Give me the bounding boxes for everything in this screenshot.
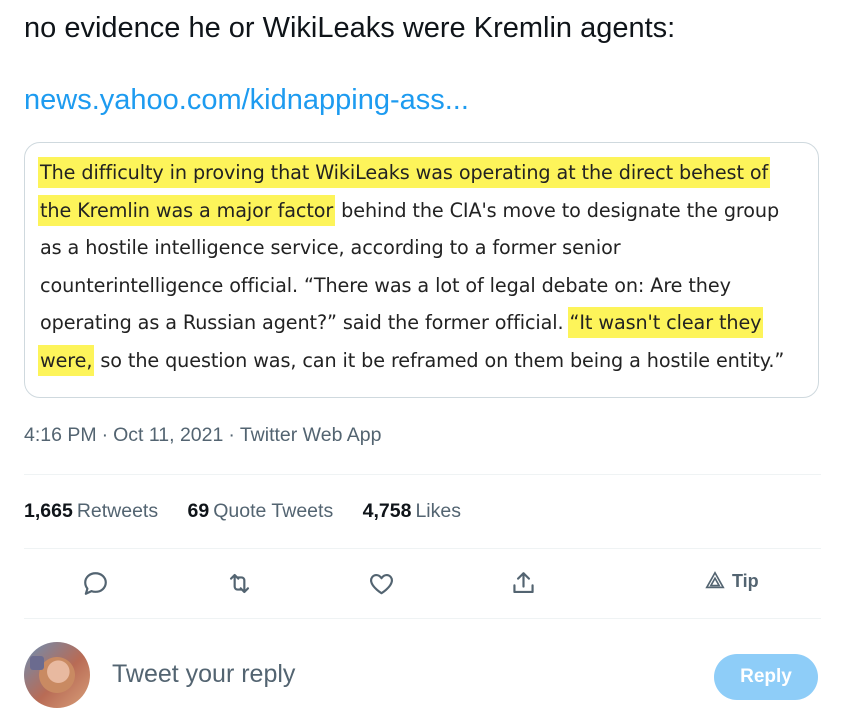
share-icon [512, 571, 534, 593]
link-preview-card[interactable]: The difficulty in proving that WikiLeaks… [24, 142, 819, 398]
quote-tweets-count: 69 [187, 500, 210, 522]
share-button[interactable] [500, 560, 546, 606]
quote-line: counterintelligence official. “There was… [40, 273, 731, 297]
highlighted-text: the Kremlin was a major factor [38, 194, 336, 226]
highlighted-text: The difficulty in proving that WikiLeaks… [38, 157, 771, 188]
likes-count: 4,758 [362, 500, 412, 522]
tip-icon [705, 571, 725, 589]
quote-tweets-label: Quote Tweets [213, 500, 334, 522]
divider [24, 618, 821, 619]
tweet-source[interactable]: Twitter Web App [240, 424, 382, 446]
retweet-button[interactable] [216, 560, 262, 606]
quote-line: the Kremlin was a major factor behind th… [38, 192, 810, 230]
quote-tweets-stat[interactable]: 69 Quote Tweets [188, 500, 334, 523]
separator: · [101, 424, 109, 446]
tip-button[interactable]: Tip [704, 570, 759, 592]
quote-text-segment: operating as a Russian agent?” said the … [40, 311, 570, 335]
avatar-badge [30, 656, 44, 670]
reply-button[interactable] [72, 560, 118, 606]
divider [24, 474, 821, 475]
quote-line: were, so the question was, can it be ref… [38, 342, 810, 380]
action-bar: Tip [24, 560, 821, 606]
tweet-time[interactable]: 4:16 PM [24, 424, 97, 446]
tip-label: Tip [732, 570, 759, 591]
avatar[interactable] [24, 642, 90, 708]
like-icon [369, 573, 393, 594]
reply-composer: Tweet your reply Reply [24, 640, 821, 708]
divider [24, 548, 821, 549]
quote-text-segment: behind the CIA's move to designate the g… [335, 198, 780, 222]
likes-label: Likes [415, 500, 461, 522]
retweets-stat[interactable]: 1,665 Retweets [24, 500, 158, 523]
likes-stat[interactable]: 4,758 Likes [363, 500, 461, 523]
reply-input[interactable]: Tweet your reply [112, 660, 295, 689]
engagement-stats: 1,665 Retweets 69 Quote Tweets 4,758 Likes [24, 500, 485, 523]
tweet-date[interactable]: Oct 11, 2021 [113, 424, 223, 446]
highlighted-text: “It wasn't clear they [567, 307, 764, 339]
quote-text: The difficulty in proving that WikiLeaks… [38, 154, 810, 380]
tweet-metadata: 4:16 PM · Oct 11, 2021 · Twitter Web App [24, 424, 386, 447]
tweet-text-line: no evidence he or WikiLeaks were Kremlin… [24, 12, 676, 44]
retweets-count: 1,665 [24, 500, 73, 522]
retweets-label: Retweets [76, 500, 159, 522]
quote-line: as a hostile intelligence service, accor… [40, 236, 621, 260]
quote-line: operating as a Russian agent?” said the … [40, 304, 810, 342]
reply-icon [83, 571, 107, 595]
quote-text-segment: so the question was, can it be reframed … [94, 348, 785, 372]
quote-line: The difficulty in proving that WikiLeaks… [38, 154, 810, 192]
highlighted-text: were, [38, 344, 95, 376]
tweet-link[interactable]: news.yahoo.com/kidnapping-ass... [24, 84, 469, 117]
reply-submit-button[interactable]: Reply [714, 654, 818, 700]
separator: · [228, 424, 235, 446]
like-button[interactable] [358, 560, 404, 606]
retweet-icon [229, 573, 249, 593]
